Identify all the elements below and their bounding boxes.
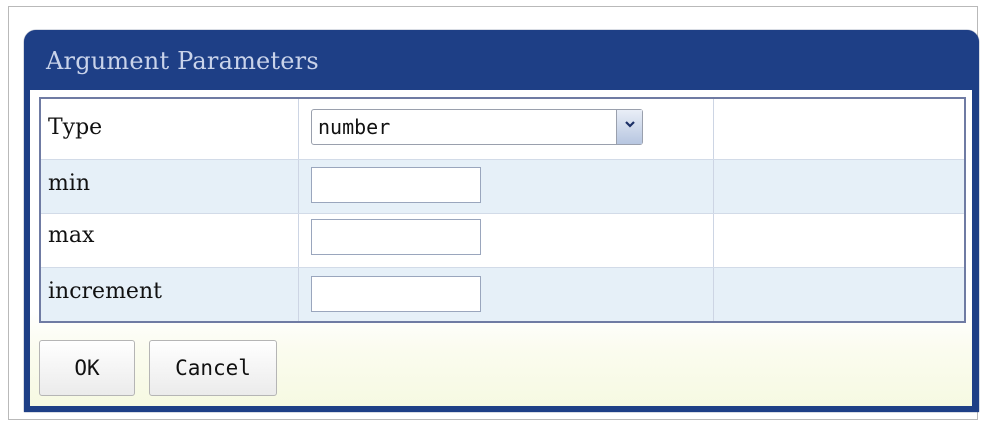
param-row-increment: increment bbox=[41, 268, 964, 321]
dialog-title: Argument Parameters bbox=[46, 47, 319, 75]
type-select[interactable]: number bbox=[311, 109, 643, 145]
max-input[interactable] bbox=[311, 219, 481, 255]
param-row-max: max bbox=[41, 214, 964, 267]
type-label: Type bbox=[48, 115, 103, 140]
param-row-min: min bbox=[41, 160, 964, 213]
column-divider bbox=[713, 268, 714, 321]
column-divider bbox=[713, 214, 714, 267]
max-label: max bbox=[48, 223, 95, 248]
dropdown-button[interactable] bbox=[616, 110, 642, 144]
dialog-body: Type number min max increment OK Cancel bbox=[30, 90, 972, 406]
column-divider bbox=[298, 214, 299, 267]
column-divider bbox=[298, 99, 299, 159]
parameters-grid: Type number min max increment bbox=[39, 97, 966, 323]
column-divider bbox=[713, 99, 714, 159]
column-divider bbox=[298, 160, 299, 213]
increment-label: increment bbox=[48, 279, 162, 304]
column-divider bbox=[298, 268, 299, 321]
chevron-down-icon bbox=[625, 121, 635, 128]
param-row-type: Type number bbox=[41, 99, 964, 159]
argument-parameters-dialog: Argument Parameters Type number min max … bbox=[24, 30, 979, 412]
type-select-value: number bbox=[318, 115, 391, 139]
increment-input[interactable] bbox=[311, 276, 481, 312]
column-divider bbox=[713, 160, 714, 213]
min-label: min bbox=[48, 171, 91, 196]
cancel-button[interactable]: Cancel bbox=[149, 340, 277, 396]
ok-button[interactable]: OK bbox=[39, 340, 135, 396]
min-input[interactable] bbox=[311, 167, 481, 203]
